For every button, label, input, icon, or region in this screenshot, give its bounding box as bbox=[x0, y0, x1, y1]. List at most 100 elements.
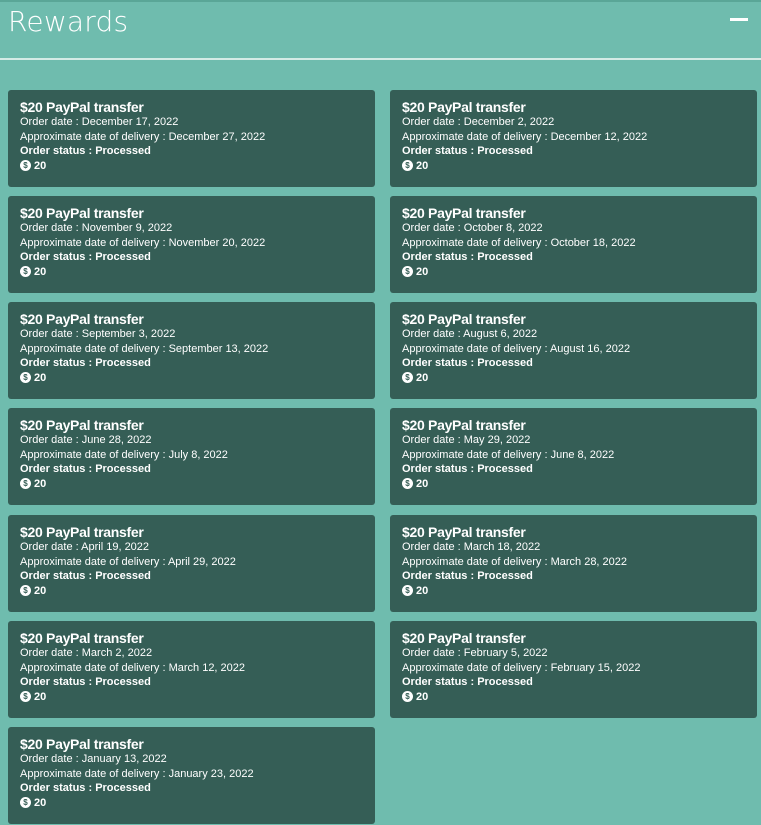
order-status-value: Processed bbox=[95, 145, 151, 157]
points-value: 20 bbox=[416, 371, 429, 384]
delivery-date-label: Approximate date of delivery : bbox=[20, 130, 169, 143]
points-value: 20 bbox=[34, 690, 47, 703]
order-status-line: Order status : Processed bbox=[20, 462, 375, 477]
delivery-date-line: Approximate date of delivery : October 1… bbox=[402, 236, 757, 251]
delivery-date-line: Approximate date of delivery : July 8, 2… bbox=[20, 448, 375, 463]
order-status-label: Order status : bbox=[402, 570, 478, 582]
delivery-date-line: Approximate date of delivery : April 29,… bbox=[20, 555, 375, 570]
points-row: $20 bbox=[20, 690, 375, 704]
reward-card[interactable]: $20 PayPal transfer Order date : May 29,… bbox=[390, 408, 757, 505]
order-date-label: Order date : bbox=[20, 434, 82, 446]
reward-card[interactable]: $20 PayPal transfer Order date : Februar… bbox=[390, 621, 757, 718]
order-status-label: Order status : bbox=[402, 463, 478, 475]
order-date-label: Order date : bbox=[402, 328, 464, 340]
delivery-date-value: December 12, 2022 bbox=[550, 130, 648, 143]
order-status-line: Order status : Processed bbox=[20, 250, 375, 265]
reward-card[interactable]: $20 PayPal transfer Order date : October… bbox=[390, 196, 757, 293]
delivery-date-label: Approximate date of delivery : bbox=[20, 448, 169, 461]
reward-card[interactable]: $20 PayPal transfer Order date : Septemb… bbox=[8, 302, 375, 399]
order-status-value: Processed bbox=[95, 463, 151, 475]
reward-card[interactable]: $20 PayPal transfer Order date : August … bbox=[390, 302, 757, 399]
order-status-value: Processed bbox=[95, 570, 151, 582]
points-row: $20 bbox=[20, 265, 375, 279]
points-value: 20 bbox=[34, 159, 47, 172]
rewards-list: $20 PayPal transfer Order date : Decembe… bbox=[0, 0, 761, 825]
order-date-value: January 13, 2022 bbox=[81, 753, 167, 765]
reward-title: $20 PayPal transfer bbox=[20, 524, 144, 540]
order-date-value: December 17, 2022 bbox=[81, 116, 179, 128]
order-date-value: April 19, 2022 bbox=[81, 541, 150, 553]
order-status-value: Processed bbox=[95, 676, 151, 688]
order-status-value: Processed bbox=[477, 357, 533, 369]
points-row: $20 bbox=[20, 477, 375, 491]
delivery-date-value: April 29, 2022 bbox=[167, 555, 236, 568]
order-status-line: Order status : Processed bbox=[402, 144, 757, 159]
points-value: 20 bbox=[416, 477, 429, 490]
delivery-date-line: Approximate date of delivery : December … bbox=[20, 130, 375, 145]
order-date-line: Order date : April 19, 2022 bbox=[20, 540, 375, 555]
reward-card[interactable]: $20 PayPal transfer Order date : Novembe… bbox=[8, 196, 375, 293]
points-row: $20 bbox=[20, 796, 375, 810]
reward-title: $20 PayPal transfer bbox=[20, 205, 144, 221]
reward-card[interactable]: $20 PayPal transfer Order date : April 1… bbox=[8, 515, 375, 612]
reward-title: $20 PayPal transfer bbox=[20, 736, 144, 752]
order-status-line: Order status : Processed bbox=[402, 675, 757, 690]
reward-title: $20 PayPal transfer bbox=[20, 99, 144, 115]
order-date-line: Order date : January 13, 2022 bbox=[20, 752, 375, 767]
delivery-date-value: November 20, 2022 bbox=[168, 236, 266, 249]
order-date-label: Order date : bbox=[20, 541, 82, 553]
delivery-date-label: Approximate date of delivery : bbox=[20, 236, 169, 249]
reward-title: $20 PayPal transfer bbox=[402, 311, 526, 327]
reward-card[interactable]: $20 PayPal transfer Order date : Decembe… bbox=[390, 90, 757, 187]
order-status-label: Order status : bbox=[402, 145, 478, 157]
reward-card[interactable]: $20 PayPal transfer Order date : January… bbox=[8, 727, 375, 824]
order-status-line: Order status : Processed bbox=[402, 250, 757, 265]
reward-card[interactable]: $20 PayPal transfer Order date : March 2… bbox=[8, 621, 375, 718]
delivery-date-value: February 15, 2022 bbox=[550, 661, 641, 674]
coin-icon: $ bbox=[402, 478, 413, 489]
coin-icon: $ bbox=[20, 372, 31, 383]
delivery-date-label: Approximate date of delivery : bbox=[402, 661, 551, 674]
order-status-label: Order status : bbox=[20, 570, 96, 582]
reward-title: $20 PayPal transfer bbox=[20, 417, 144, 433]
delivery-date-label: Approximate date of delivery : bbox=[20, 342, 169, 355]
delivery-date-value: September 13, 2022 bbox=[168, 342, 269, 355]
delivery-date-line: Approximate date of delivery : March 28,… bbox=[402, 555, 757, 570]
order-date-value: November 9, 2022 bbox=[81, 222, 173, 234]
points-row: $20 bbox=[20, 371, 375, 385]
order-date-line: Order date : March 2, 2022 bbox=[20, 646, 375, 661]
order-date-line: Order date : February 5, 2022 bbox=[402, 646, 757, 661]
points-value: 20 bbox=[34, 371, 47, 384]
coin-icon: $ bbox=[402, 585, 413, 596]
points-row: $20 bbox=[402, 477, 757, 491]
points-value: 20 bbox=[416, 690, 429, 703]
delivery-date-value: January 23, 2022 bbox=[168, 767, 254, 780]
order-date-line: Order date : June 28, 2022 bbox=[20, 433, 375, 448]
delivery-date-line: Approximate date of delivery : December … bbox=[402, 130, 757, 145]
delivery-date-label: Approximate date of delivery : bbox=[20, 767, 169, 780]
coin-icon: $ bbox=[402, 372, 413, 383]
delivery-date-label: Approximate date of delivery : bbox=[402, 555, 551, 568]
order-date-value: October 8, 2022 bbox=[463, 222, 543, 234]
order-status-label: Order status : bbox=[20, 145, 96, 157]
delivery-date-value: October 18, 2022 bbox=[550, 236, 636, 249]
order-date-line: Order date : May 29, 2022 bbox=[402, 433, 757, 448]
reward-card[interactable]: $20 PayPal transfer Order date : Decembe… bbox=[8, 90, 375, 187]
coin-icon: $ bbox=[20, 691, 31, 702]
points-value: 20 bbox=[34, 584, 47, 597]
order-date-value: May 29, 2022 bbox=[463, 434, 531, 446]
order-status-line: Order status : Processed bbox=[20, 569, 375, 584]
order-status-value: Processed bbox=[95, 357, 151, 369]
order-status-value: Processed bbox=[95, 782, 151, 794]
order-status-line: Order status : Processed bbox=[402, 462, 757, 477]
reward-card[interactable]: $20 PayPal transfer Order date : June 28… bbox=[8, 408, 375, 505]
order-date-label: Order date : bbox=[20, 753, 82, 765]
order-date-label: Order date : bbox=[20, 328, 82, 340]
coin-icon: $ bbox=[20, 585, 31, 596]
reward-card[interactable]: $20 PayPal transfer Order date : March 1… bbox=[390, 515, 757, 612]
order-status-line: Order status : Processed bbox=[402, 569, 757, 584]
points-row: $20 bbox=[402, 265, 757, 279]
points-row: $20 bbox=[402, 584, 757, 598]
coin-icon: $ bbox=[402, 266, 413, 277]
order-status-label: Order status : bbox=[20, 251, 96, 263]
